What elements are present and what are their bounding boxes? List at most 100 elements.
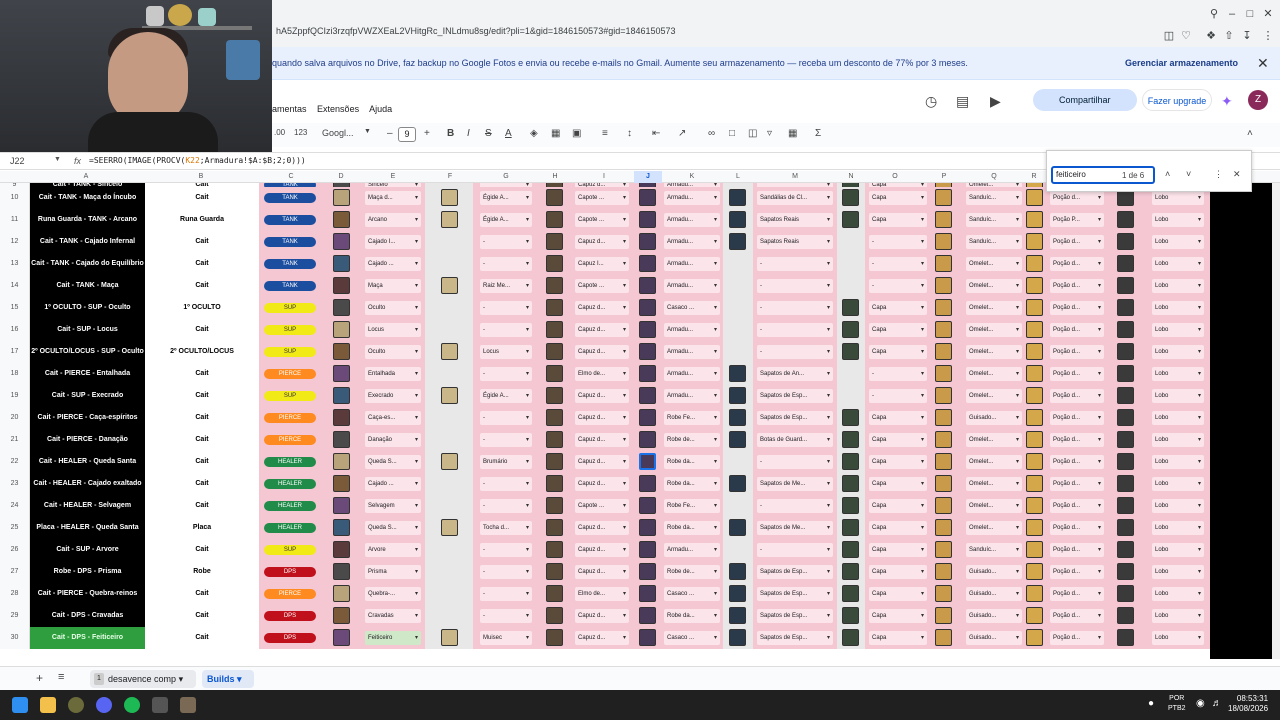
head-dropdown[interactable]: Capote ...	[575, 499, 629, 513]
potion-dropdown[interactable]: Poção d...	[1050, 367, 1104, 381]
potion-dropdown[interactable]: Poção d...	[1050, 235, 1104, 249]
armor-dropdown[interactable]: Robe Fe...	[664, 411, 720, 425]
offhand-dropdown[interactable]: Égide A...	[480, 191, 532, 205]
armor-type-cell[interactable]: Cait	[145, 319, 259, 341]
share-button[interactable]: Compartilhar	[1033, 89, 1137, 111]
shoes-dropdown[interactable]: Sapatos de Esp...	[757, 631, 833, 645]
head-dropdown[interactable]: Capuz d...	[575, 455, 629, 469]
column-header[interactable]: E	[379, 171, 407, 183]
weapon-dropdown[interactable]: Locus	[365, 323, 421, 337]
armor-dropdown[interactable]: Robe da...	[664, 609, 720, 623]
row-number[interactable]: 19	[0, 385, 30, 407]
cape-dropdown[interactable]: Capa	[869, 433, 927, 447]
armor-type-cell[interactable]: Cait	[145, 407, 259, 429]
offhand-dropdown[interactable]: -	[480, 499, 532, 513]
language-indicator[interactable]: POR PTB2	[1168, 694, 1186, 714]
download-icon[interactable]: ↧	[1241, 30, 1253, 42]
file-explorer-icon[interactable]	[40, 697, 56, 713]
row-number[interactable]: 22	[0, 451, 30, 473]
chart-icon[interactable]: ◫	[748, 128, 757, 139]
app-icon[interactable]	[68, 697, 84, 713]
mount-dropdown[interactable]: Lobo	[1152, 367, 1204, 381]
head-dropdown[interactable]: Capuz d...	[575, 323, 629, 337]
column-header[interactable]: O	[881, 171, 909, 183]
potion-dropdown[interactable]: Poção d...	[1050, 477, 1104, 491]
mount-dropdown[interactable]: Lobo	[1152, 257, 1204, 271]
potion-dropdown[interactable]: Poção d...	[1050, 631, 1104, 645]
tab-chevron-icon[interactable]: ▾	[237, 674, 242, 684]
bold-icon[interactable]: B	[447, 128, 454, 139]
food-dropdown[interactable]: Sanduíc...	[966, 543, 1022, 557]
windows-start-icon[interactable]	[12, 697, 28, 713]
armor-type-cell[interactable]: Cait	[145, 627, 259, 649]
column-header[interactable]: B	[187, 171, 215, 183]
role-chip[interactable]: PIERCE	[264, 435, 316, 445]
role-chip[interactable]: SUP	[264, 325, 316, 335]
menu-help[interactable]: Ajuda	[369, 104, 392, 114]
discord-icon[interactable]	[96, 697, 112, 713]
armor-type-cell[interactable]: Cait	[145, 187, 259, 209]
build-name-cell[interactable]: Cait - HEALER - Selvagem	[30, 495, 145, 517]
bookmark-icon[interactable]: ♡	[1180, 30, 1192, 42]
functions-icon[interactable]: Σ	[815, 128, 821, 139]
cape-dropdown[interactable]: Capa	[869, 609, 927, 623]
mount-dropdown[interactable]: Lobo	[1152, 191, 1204, 205]
armor-dropdown[interactable]: Casaco ...	[664, 301, 720, 315]
row-number[interactable]: 23	[0, 473, 30, 495]
shoes-dropdown[interactable]: -	[757, 323, 833, 337]
food-dropdown[interactable]: Guisado...	[966, 631, 1022, 645]
potion-dropdown[interactable]: Poção d...	[1050, 455, 1104, 469]
column-header[interactable]: D	[327, 171, 355, 183]
food-dropdown[interactable]: Omelet...	[966, 279, 1022, 293]
mic-icon[interactable]: ●	[1148, 698, 1154, 709]
role-chip[interactable]: TANK	[264, 281, 316, 291]
column-header[interactable]: A	[72, 171, 100, 183]
weapon-dropdown[interactable]: Prisma	[365, 565, 421, 579]
mount-dropdown[interactable]: Lobo	[1152, 323, 1204, 337]
shoes-dropdown[interactable]: -	[757, 499, 833, 513]
head-dropdown[interactable]: Capuz d...	[575, 301, 629, 315]
minimize-icon[interactable]: –	[1226, 8, 1238, 20]
build-name-cell[interactable]: 2º OCULTO/LOCUS - SUP - Oculto	[30, 341, 145, 363]
shoes-dropdown[interactable]: -	[757, 279, 833, 293]
build-name-cell[interactable]: Cait - HEALER - Cajado exaltado	[30, 473, 145, 495]
cape-dropdown[interactable]: -	[869, 367, 927, 381]
shoes-dropdown[interactable]: Sapatos de An...	[757, 367, 833, 381]
offhand-dropdown[interactable]: Muisec	[480, 631, 532, 645]
role-chip[interactable]: DPS	[264, 633, 316, 643]
shoes-dropdown[interactable]: -	[757, 257, 833, 271]
armor-type-cell[interactable]: Runa Guarda	[145, 209, 259, 231]
find-options-icon[interactable]: ⋮	[1214, 169, 1223, 180]
spotify-icon[interactable]	[124, 697, 140, 713]
mount-dropdown[interactable]: Lobo	[1152, 389, 1204, 403]
potion-dropdown[interactable]: Poção d...	[1050, 433, 1104, 447]
clock[interactable]: 08:53:31 18/08/2026	[1228, 694, 1268, 714]
column-header[interactable]: K	[678, 171, 706, 183]
history-icon[interactable]: ◷	[925, 93, 937, 110]
valign-icon[interactable]: ↕	[627, 128, 632, 139]
food-dropdown[interactable]: Omelet...	[966, 477, 1022, 491]
column-header[interactable]: G	[492, 171, 520, 183]
shoes-dropdown[interactable]: Sapatos de Me...	[757, 477, 833, 491]
column-header[interactable]: H	[541, 171, 569, 183]
offhand-dropdown[interactable]: -	[480, 411, 532, 425]
filter-icon[interactable]: ▿	[767, 128, 772, 139]
role-chip[interactable]: HEALER	[264, 457, 316, 467]
cape-dropdown[interactable]: Capa	[869, 301, 927, 315]
strikethrough-icon[interactable]: S	[485, 128, 492, 139]
vertical-scrollbar[interactable]	[1272, 183, 1280, 659]
head-dropdown[interactable]: Capuz d...	[575, 565, 629, 579]
share-page-icon[interactable]: ⇧	[1223, 30, 1235, 42]
head-dropdown[interactable]: Capuz d...	[575, 631, 629, 645]
row-number[interactable]: 25	[0, 517, 30, 539]
row-number[interactable]: 20	[0, 407, 30, 429]
offhand-dropdown[interactable]: -	[480, 477, 532, 491]
weapon-dropdown[interactable]: Oculto	[365, 301, 421, 315]
armor-dropdown[interactable]: Armadu...	[664, 389, 720, 403]
mount-dropdown[interactable]: Lobo	[1152, 213, 1204, 227]
role-chip[interactable]: HEALER	[264, 501, 316, 511]
role-chip[interactable]: TANK	[264, 215, 316, 225]
head-dropdown[interactable]: Capuz d...	[575, 521, 629, 535]
weapon-dropdown[interactable]: Execrado	[365, 389, 421, 403]
shoes-dropdown[interactable]: -	[757, 543, 833, 557]
